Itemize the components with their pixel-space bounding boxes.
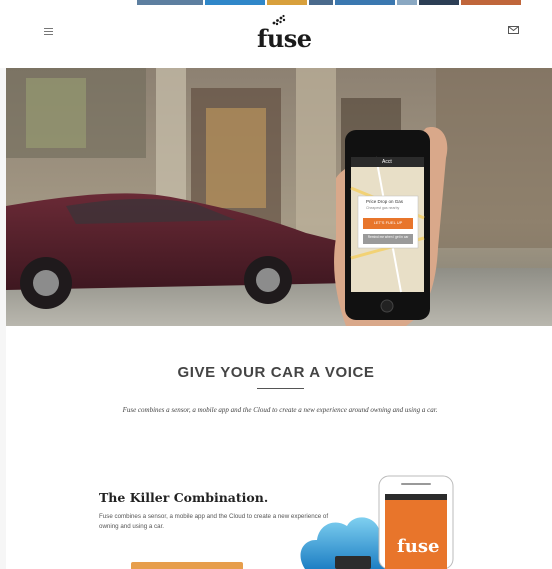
phone-card-subtitle: Cheapest gas nearby <box>366 206 400 210</box>
site-header: fuse <box>0 8 552 68</box>
envelope-icon[interactable] <box>508 26 519 34</box>
section-description: Fuse combines a sensor, a mobile app and… <box>122 406 438 414</box>
section-heading: GIVE YOUR CAR A VOICE <box>177 364 375 381</box>
hamburger-menu-icon[interactable] <box>44 26 56 36</box>
cloud-and-phone-illustration: fuse <box>295 474 465 569</box>
killer-combination-title: The Killer Combination. <box>99 490 269 505</box>
learn-more-button[interactable] <box>131 562 243 569</box>
phone-status-text: Acct <box>382 159 392 165</box>
top-image-strip <box>0 0 552 8</box>
heading-divider <box>257 388 304 389</box>
phone-fuse-logo: fuse <box>397 536 440 557</box>
logo-wordmark: fuse <box>257 24 312 53</box>
fuse-logo[interactable]: fuse <box>252 12 312 53</box>
phone-card-title: Price Drop on Gas <box>366 199 404 204</box>
hero-image: Acct Price Drop on Gas Cheapest gas near… <box>6 68 552 326</box>
phone-remind-button[interactable]: Remind me when I get in car <box>364 235 412 239</box>
phone-fuel-up-button[interactable]: LET'S FUEL UP <box>363 220 413 225</box>
